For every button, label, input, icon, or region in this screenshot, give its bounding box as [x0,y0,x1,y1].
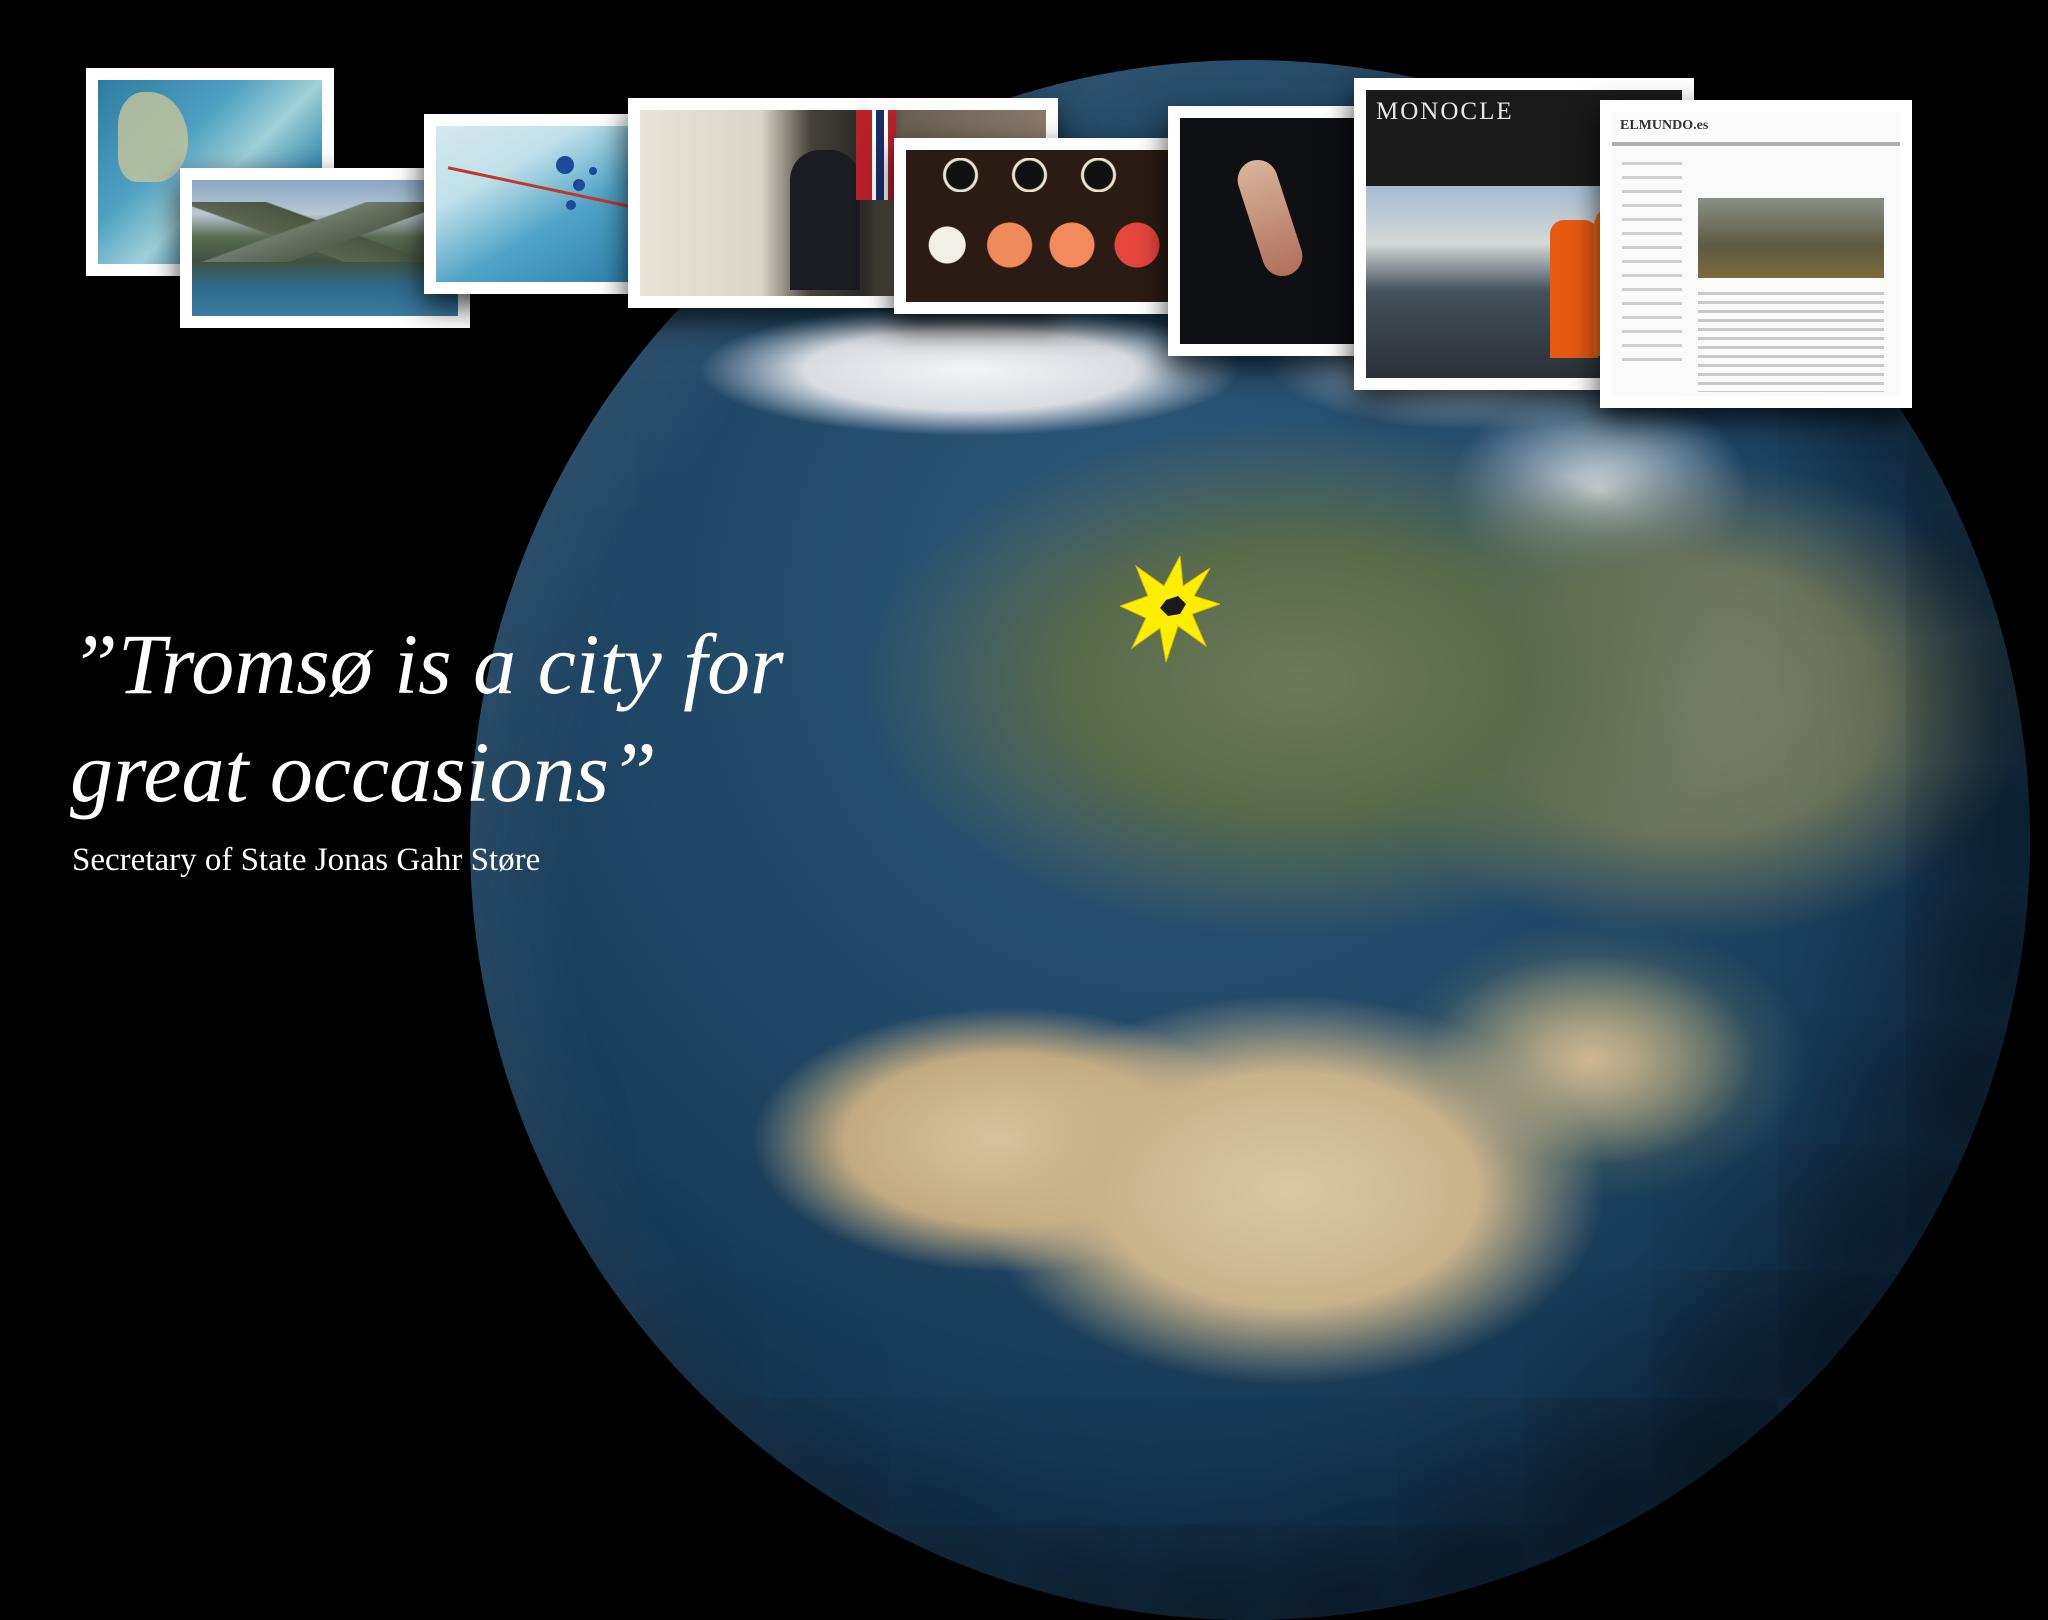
quote-line-1: ”Tromsø is a city for [70,616,784,712]
clipping-arctic-map [424,114,660,294]
clipping-sushi [894,138,1184,314]
quote-attribution: Secretary of State Jonas Gahr Støre [72,842,541,878]
quote-text: ”Tromsø is a city for great occasions” [70,610,970,826]
monocle-masthead: MONOCLE [1376,98,1514,125]
starburst-icon [1120,556,1220,662]
elmundo-masthead: ELMUNDO.es [1620,118,1709,133]
clipping-elmundo-article: ELMUNDO.es [1600,100,1912,408]
clipping-shrimp [1168,106,1380,356]
elmundo-sidebar [1622,162,1682,362]
elmundo-photo [1698,198,1884,278]
elmundo-article-text [1698,292,1884,392]
elmundo-nav-bar [1612,142,1900,146]
quote-line-2: great occasions” [70,724,657,820]
